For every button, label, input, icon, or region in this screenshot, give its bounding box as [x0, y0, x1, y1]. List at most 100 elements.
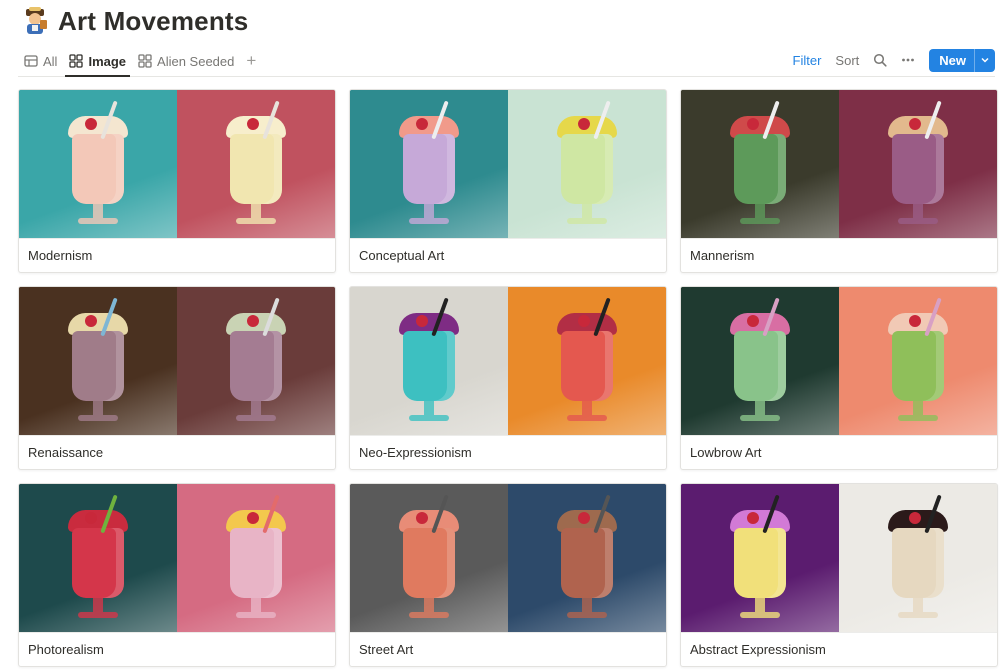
table-icon — [24, 55, 38, 67]
milkshake-glass-icon — [730, 116, 790, 224]
gallery-card[interactable]: Lowbrow Art — [680, 286, 998, 470]
gallery-card[interactable]: Renaissance — [18, 286, 336, 470]
gallery-card[interactable]: Modernism — [18, 89, 336, 273]
new-button[interactable]: New — [929, 48, 995, 72]
gallery-card[interactable]: Neo-Expressionism — [349, 286, 667, 470]
card-cover-image — [19, 90, 335, 239]
card-title: Mannerism — [690, 248, 755, 263]
cover-image-panel — [177, 484, 335, 632]
milkshake-glass-icon — [226, 313, 286, 421]
cover-image-panel — [508, 90, 666, 238]
cover-image-panel — [19, 90, 177, 238]
cover-image-panel — [681, 287, 839, 435]
fruit-garnish-icon — [747, 512, 759, 524]
milkshake-glass-icon — [226, 510, 286, 618]
milkshake-glass-icon — [557, 313, 617, 421]
fruit-garnish-icon — [578, 315, 590, 327]
filter-button[interactable]: Filter — [793, 53, 822, 68]
cover-image-panel — [839, 484, 997, 632]
fruit-garnish-icon — [416, 512, 428, 524]
card-cover-image — [681, 90, 997, 239]
gallery-card[interactable]: Abstract Expressionism — [680, 483, 998, 667]
gallery-card[interactable]: Mannerism — [680, 89, 998, 273]
card-cover-image — [681, 484, 997, 633]
more-options-icon[interactable] — [901, 53, 915, 67]
milkshake-glass-icon — [557, 116, 617, 224]
card-cover-image — [350, 484, 666, 633]
card-title: Street Art — [359, 642, 414, 657]
milkshake-glass-icon — [888, 116, 948, 224]
cover-image-panel — [839, 287, 997, 435]
fruit-garnish-icon — [416, 315, 428, 327]
milkshake-glass-icon — [888, 313, 948, 421]
gallery-grid: Modernism Conceptual Art Mannerism Renaissa… — [18, 89, 998, 667]
fruit-garnish-icon — [909, 118, 921, 130]
fruit-garnish-icon — [247, 315, 259, 327]
card-title: Conceptual Art — [359, 248, 445, 263]
card-cover-image — [350, 90, 666, 239]
cover-image-panel — [350, 90, 508, 238]
gallery-icon — [69, 54, 84, 68]
fruit-garnish-icon — [909, 315, 921, 327]
fruit-garnish-icon — [416, 118, 428, 130]
card-cover-image — [350, 287, 666, 436]
fruit-garnish-icon — [85, 512, 97, 524]
milkshake-glass-icon — [399, 313, 459, 421]
milkshake-glass-icon — [730, 313, 790, 421]
card-title: Renaissance — [28, 445, 104, 460]
tab-all[interactable]: All — [18, 47, 63, 75]
page-header: Art Movements — [20, 4, 248, 38]
card-title: Photorealism — [28, 642, 104, 657]
gallery-icon — [138, 54, 152, 68]
cover-image-panel — [839, 90, 997, 238]
add-view-button[interactable]: + — [242, 51, 260, 71]
fruit-garnish-icon — [909, 512, 921, 524]
tab-image[interactable]: Image — [63, 47, 132, 77]
fruit-garnish-icon — [247, 512, 259, 524]
milkshake-glass-icon — [399, 116, 459, 224]
cover-image-panel — [350, 287, 508, 435]
tab-alien-seeded[interactable]: Alien Seeded — [132, 47, 240, 75]
card-cover-image — [19, 484, 335, 633]
fruit-garnish-icon — [85, 118, 97, 130]
gallery-card[interactable]: Photorealism — [18, 483, 336, 667]
cover-image-panel — [681, 484, 839, 632]
cover-image-panel — [508, 287, 666, 435]
cover-image-panel — [19, 484, 177, 632]
new-button-label: New — [939, 52, 966, 68]
cover-image-panel — [19, 287, 177, 435]
chevron-down-icon[interactable] — [974, 48, 995, 72]
fruit-garnish-icon — [85, 315, 97, 327]
sort-button[interactable]: Sort — [835, 53, 859, 68]
gallery-card[interactable]: Street Art — [349, 483, 667, 667]
fruit-garnish-icon — [747, 118, 759, 130]
page-title: Art Movements — [58, 5, 249, 36]
fruit-garnish-icon — [747, 315, 759, 327]
milkshake-glass-icon — [226, 116, 286, 224]
milkshake-glass-icon — [730, 510, 790, 618]
fruit-garnish-icon — [247, 118, 259, 130]
view-tabs: All Image Alien Seeded + — [18, 46, 260, 77]
cover-image-panel — [681, 90, 839, 238]
card-title: Lowbrow Art — [690, 445, 762, 460]
cover-image-panel — [177, 90, 335, 238]
fruit-garnish-icon — [578, 118, 590, 130]
tab-label: Alien Seeded — [157, 53, 235, 69]
milkshake-glass-icon — [68, 116, 128, 224]
view-toolbar: All Image Alien Seeded + Filter Sort New — [18, 46, 995, 77]
person-emoji-icon[interactable] — [20, 6, 50, 36]
gallery-card[interactable]: Conceptual Art — [349, 89, 667, 273]
search-icon[interactable] — [873, 53, 887, 67]
card-cover-image — [681, 287, 997, 436]
card-title: Modernism — [28, 248, 93, 263]
cover-image-panel — [177, 287, 335, 435]
milkshake-glass-icon — [888, 510, 948, 618]
fruit-garnish-icon — [578, 512, 590, 524]
tab-label: All — [43, 53, 58, 69]
milkshake-glass-icon — [68, 313, 128, 421]
card-title: Neo-Expressionism — [359, 445, 472, 460]
milkshake-glass-icon — [557, 510, 617, 618]
tab-label: Image — [88, 53, 127, 69]
card-cover-image — [19, 287, 335, 436]
milkshake-glass-icon — [399, 510, 459, 618]
